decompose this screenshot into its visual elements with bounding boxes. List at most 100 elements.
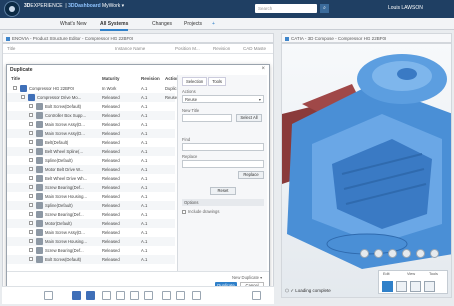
expand-icon[interactable] (29, 149, 33, 153)
3d-viewer[interactable]: Edit View Tools ⬡ ✓ Loading complete (281, 43, 452, 298)
dlg-col-maturity[interactable]: Maturity (102, 76, 120, 81)
tree-row[interactable]: Spline(Default) Released A.1 (7, 201, 175, 210)
filter-icon[interactable] (162, 291, 171, 300)
compressor-3d-model[interactable] (282, 44, 452, 274)
row-title: Bolt Screw(Default) (45, 104, 82, 109)
replace-button[interactable]: Replace (238, 171, 264, 179)
tab-selection[interactable]: Selection (182, 77, 208, 86)
expand-icon[interactable] (29, 140, 33, 144)
duplicate-icon[interactable] (86, 291, 95, 300)
tree-row[interactable]: Belt Wheel Spline(... Released A.1 (7, 147, 175, 156)
dlg-col-revision[interactable]: Revision (141, 76, 160, 81)
expand-icon[interactable] (29, 194, 33, 198)
row-maturity: Released (102, 131, 120, 136)
structure-icon[interactable] (144, 291, 153, 300)
tree-row[interactable]: Main Screw Assy(D... Released A.1 (7, 129, 175, 138)
expand-icon[interactable] (29, 248, 33, 252)
col-title[interactable]: Title (7, 46, 15, 51)
robot-selection-icon[interactable] (416, 249, 425, 258)
tree-row[interactable]: Belt(Default) Released A.1 (7, 138, 175, 147)
col-cad-master[interactable]: CAD Maste (243, 46, 266, 51)
col-position[interactable]: Position M... (175, 46, 200, 51)
tree-row[interactable]: Main Screw Housing... Released A.1 (7, 192, 175, 201)
tree-row[interactable]: Bolt Screw(Default) Released A.1 (7, 102, 175, 111)
find-input[interactable] (182, 143, 264, 151)
expand-icon[interactable] (13, 86, 17, 90)
tab-tools[interactable]: Tools (208, 77, 227, 86)
expand-icon[interactable] (29, 203, 33, 207)
tree-row[interactable]: Motor Belt Drive W... Released A.1 (7, 165, 175, 174)
dlg-col-title[interactable]: Title (11, 76, 20, 81)
expand-icon[interactable] (21, 95, 25, 99)
tab-projects[interactable]: Projects (184, 21, 202, 27)
expand-icon[interactable] (29, 113, 33, 117)
include-drawings-checkbox[interactable]: Include drawings (182, 209, 219, 214)
expand-icon[interactable] (29, 239, 33, 243)
tree-row[interactable]: Screw Bearing(Def... Released A.1 (7, 183, 175, 192)
col-instance-name[interactable]: Instance Name (115, 46, 145, 51)
reset-button[interactable]: Reset (210, 187, 236, 195)
tree-row[interactable]: Screw Bearing(Def... Released A.1 (7, 210, 175, 219)
expand-icon[interactable] (29, 158, 33, 162)
search-input[interactable]: Search (255, 4, 317, 13)
tree-row[interactable]: Spline(Default) Released A.1 (7, 156, 175, 165)
close-icon[interactable]: × (261, 66, 265, 72)
rotate-icon[interactable] (396, 281, 407, 292)
new-duplicate-dropdown[interactable]: New Duplicate ▾ (232, 275, 262, 280)
search-icon[interactable]: ⌕ (320, 4, 329, 13)
expand-icon[interactable] (29, 122, 33, 126)
pan-icon[interactable] (410, 281, 421, 292)
hierarchy-icon[interactable] (130, 291, 139, 300)
tree-row[interactable]: Main Screw Housing... Released A.1 (7, 237, 175, 246)
expand-icon[interactable] (29, 185, 33, 189)
robot-selection-icon[interactable] (388, 249, 397, 258)
edit-icon[interactable] (72, 291, 81, 300)
tree-row[interactable]: Belt Wheel Drive Wh... Released A.1 (7, 174, 175, 183)
options-section-header[interactable]: Options (182, 199, 264, 206)
compass-logo-icon[interactable] (4, 1, 20, 17)
zoom-icon[interactable] (424, 281, 435, 292)
replace-input[interactable] (182, 160, 264, 168)
tree-row[interactable]: Compressor HG 22BF0I In Work A.1 Duplic... (7, 84, 180, 93)
robot-selection-icon[interactable] (374, 249, 383, 258)
user-name[interactable]: Louis LAWSON (388, 5, 423, 11)
replace-icon[interactable] (116, 291, 125, 300)
tree-row[interactable]: Main Screw Assy(D... Released A.1 (7, 228, 175, 237)
expand-icon[interactable] (29, 230, 33, 234)
tab-all-systems[interactable]: All Systems (100, 21, 129, 31)
expand-icon[interactable] (29, 176, 33, 180)
robot-selection-icon[interactable] (360, 249, 369, 258)
new-title-input[interactable] (182, 114, 232, 122)
tree-row[interactable]: Compressor Drive Mo... Released A.1 Reuse (7, 93, 177, 102)
expand-icon[interactable] (29, 257, 33, 261)
tree-row[interactable]: Main Screw Assy(D... Released A.1 (7, 120, 175, 129)
tree-row[interactable]: Controller Box Supp... Released A.1 (7, 111, 175, 120)
actions-select[interactable]: Reuse ▾ (182, 95, 264, 103)
compare-icon[interactable] (176, 291, 185, 300)
tree-row[interactable]: Bolt Screw(Default) Released A.1 (7, 255, 175, 264)
tree-row[interactable]: Screw Bearing(Def... Released A.1 (7, 246, 175, 255)
tab-edit[interactable]: Edit (383, 272, 390, 276)
select-all-button[interactable]: Select All (236, 114, 262, 122)
tab-changes[interactable]: Changes (152, 21, 172, 27)
tab-tools[interactable]: Tools (429, 272, 438, 276)
add-icon[interactable] (44, 291, 53, 300)
expand-icon[interactable] (29, 167, 33, 171)
tab-whats-new[interactable]: What's New (60, 21, 87, 27)
settings-icon[interactable] (252, 291, 261, 300)
add-tab-button[interactable]: + (212, 21, 215, 27)
expand-icon[interactable] (29, 221, 33, 225)
tab-view[interactable]: View (407, 272, 415, 276)
expand-icon[interactable] (29, 131, 33, 135)
col-revision[interactable]: Revision (213, 46, 230, 51)
expand-icon[interactable] (29, 104, 33, 108)
expand-icon[interactable] (29, 212, 33, 216)
row-action[interactable]: Reuse (165, 95, 177, 100)
tree-row[interactable]: Motor(Default) Released A.1 (7, 219, 175, 228)
insert-icon[interactable] (102, 291, 111, 300)
part-icon (36, 103, 43, 110)
export-icon[interactable] (192, 291, 201, 300)
fit-all-icon[interactable] (382, 281, 393, 292)
robot-selection-icon[interactable] (430, 249, 439, 258)
robot-selection-icon[interactable] (402, 249, 411, 258)
